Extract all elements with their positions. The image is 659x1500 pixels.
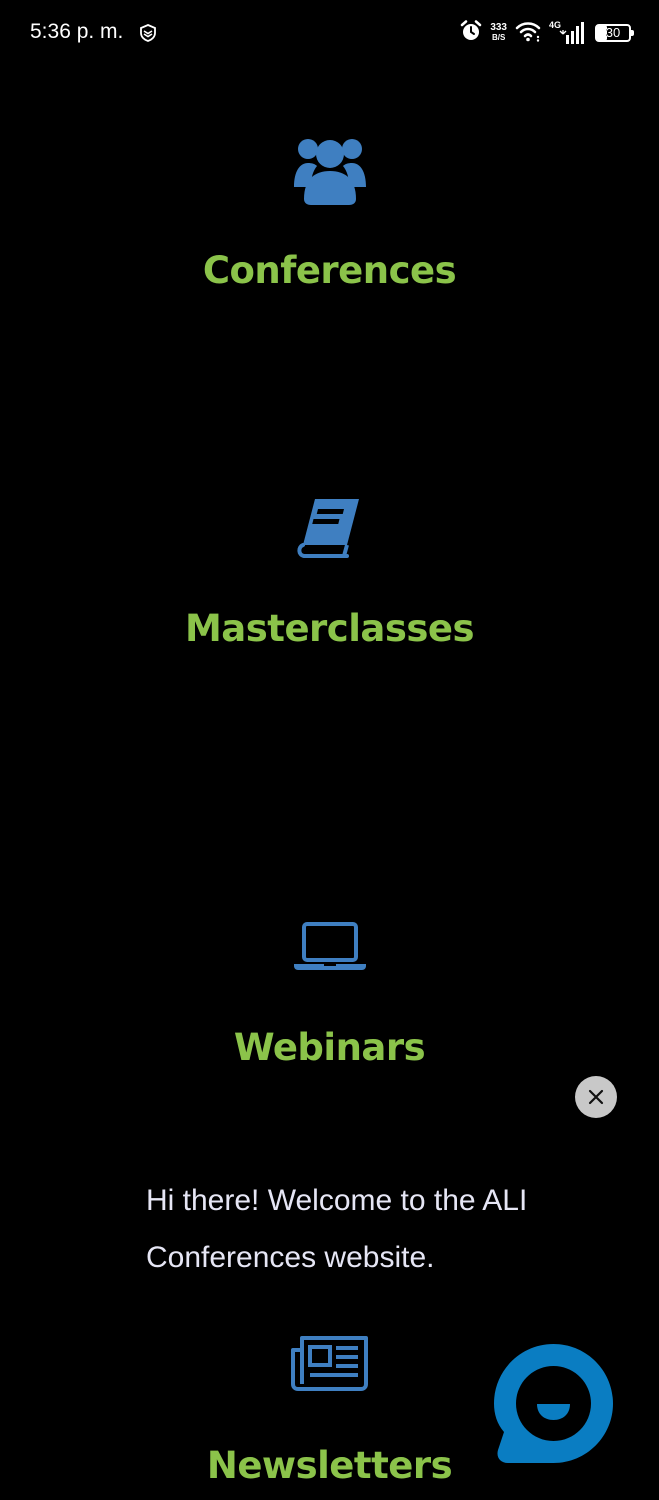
network-speed-unit: B/S: [491, 33, 506, 42]
section-title-webinars[interactable]: Webinars: [0, 1026, 659, 1069]
chat-close-button[interactable]: [575, 1076, 617, 1118]
network-speed-value: 333: [490, 22, 507, 33]
users-group-icon: [293, 139, 366, 205]
battery-indicator: 30: [595, 24, 634, 42]
chat-welcome-message[interactable]: Hi there! Welcome to the ALI Conferences…: [146, 1172, 616, 1286]
section-masterclasses[interactable]: Masterclasses: [0, 497, 659, 657]
newspaper-icon: [290, 1336, 368, 1391]
section-title-masterclasses[interactable]: Masterclasses: [0, 607, 659, 650]
shield-notification-icon: [139, 24, 157, 46]
section-webinars[interactable]: Webinars: [0, 920, 659, 1080]
status-right-group: 333 B/S 4G 30: [460, 18, 634, 48]
alarm-icon: [460, 20, 482, 46]
section-conferences[interactable]: Conferences: [0, 133, 659, 303]
status-bar: 5:36 p. m. 333 B/S 4G 30: [0, 0, 659, 68]
book-icon: [296, 499, 359, 558]
chat-launcher-button[interactable]: [490, 1340, 617, 1467]
laptop-icon: [293, 922, 366, 970]
chat-bubble-icon: [494, 1344, 613, 1463]
mobile-network: 4G: [549, 20, 585, 46]
wifi-icon: [515, 20, 541, 46]
section-title-conferences[interactable]: Conferences: [0, 249, 659, 292]
battery-level-text: 30: [605, 25, 621, 40]
status-time: 5:36 p. m.: [30, 20, 124, 43]
close-icon: [588, 1089, 604, 1105]
signal-bars-icon: [559, 22, 584, 44]
network-speed: 333 B/S: [490, 23, 507, 43]
